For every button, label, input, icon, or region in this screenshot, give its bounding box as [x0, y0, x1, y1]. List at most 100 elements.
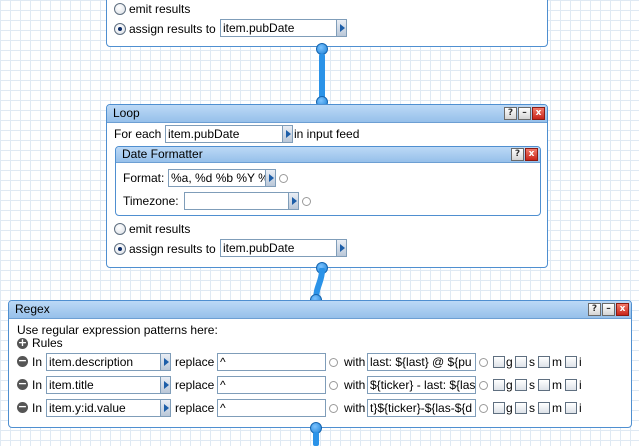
close-icon[interactable]: x — [532, 107, 545, 120]
flag-i-checkbox[interactable] — [565, 379, 577, 391]
in-label: In — [32, 401, 43, 415]
format-dropdown-arrow[interactable] — [266, 169, 276, 187]
for-each-field[interactable]: item.pubDate — [165, 125, 283, 143]
rules-label: Rules — [32, 336, 63, 350]
assign-results-field[interactable]: item.pubDate — [220, 19, 337, 37]
date-formatter-module: Date Formatter ? x Format: %a, %d %b %Y … — [115, 146, 541, 216]
rule-replacement-input[interactable]: ${ticker} - last: ${las — [367, 376, 476, 394]
flag-g-checkbox[interactable] — [493, 379, 505, 391]
flag-i-checkbox[interactable] — [565, 356, 577, 368]
flag-m-label: m — [552, 355, 562, 369]
flag-g-label: g — [506, 355, 513, 369]
flag-g-label: g — [506, 378, 513, 392]
format-label: Format: — [123, 171, 165, 185]
timezone-terminal[interactable] — [302, 197, 311, 206]
rule-field-dropdown-arrow[interactable] — [161, 353, 171, 371]
rule-row: − In item.description replace ^ with las… — [9, 352, 633, 372]
minimize-icon[interactable]: – — [518, 107, 531, 120]
rule-field-dropdown-arrow[interactable] — [161, 376, 171, 394]
rule-field-input[interactable]: item.description — [46, 353, 161, 371]
assign-results-dropdown-arrow[interactable] — [337, 239, 347, 257]
remove-rule-icon[interactable]: − — [17, 355, 28, 367]
rule-field-dropdown-arrow[interactable] — [161, 399, 171, 417]
flag-g-checkbox[interactable] — [493, 402, 505, 414]
flag-m-checkbox[interactable] — [538, 402, 550, 414]
loop-title: Loop — [113, 106, 140, 120]
help-icon[interactable]: ? — [588, 303, 601, 316]
pipe-connector — [319, 54, 325, 99]
flag-g-checkbox[interactable] — [493, 356, 505, 368]
flag-s-checkbox[interactable] — [515, 356, 527, 368]
replacement-terminal[interactable] — [479, 381, 488, 390]
emit-results-label: emit results — [129, 222, 191, 236]
date-formatter-titlebar[interactable]: Date Formatter ? x — [116, 147, 540, 163]
flag-i-label: i — [579, 378, 582, 392]
pattern-terminal[interactable] — [329, 404, 338, 413]
regex-title: Regex — [15, 302, 50, 316]
rule-field-input[interactable]: item.title — [46, 376, 161, 394]
timezone-dropdown-arrow[interactable] — [289, 192, 299, 210]
replacement-terminal[interactable] — [479, 404, 488, 413]
rule-pattern-input[interactable]: ^ — [217, 376, 326, 394]
date-formatter-title: Date Formatter — [122, 147, 203, 161]
flag-m-checkbox[interactable] — [538, 356, 550, 368]
rule-pattern-input[interactable]: ^ — [217, 353, 326, 371]
flag-s-label: s — [529, 355, 535, 369]
in-label: In — [32, 378, 43, 392]
loop-titlebar[interactable]: Loop ? – x — [107, 105, 547, 123]
pattern-terminal[interactable] — [329, 358, 338, 367]
replacement-terminal[interactable] — [479, 358, 488, 367]
regex-module: Regex ? – x Use regular expression patte… — [8, 300, 632, 428]
remove-rule-icon[interactable]: − — [17, 378, 28, 390]
assign-results-dropdown-arrow[interactable] — [337, 19, 347, 37]
in-input-feed-label: in input feed — [294, 127, 360, 141]
flag-m-label: m — [552, 378, 562, 392]
with-label: with — [344, 378, 366, 392]
replace-label: replace — [175, 355, 215, 369]
rule-replacement-input[interactable]: last: ${last} @ ${pu — [367, 353, 476, 371]
help-icon[interactable]: ? — [504, 107, 517, 120]
emit-results-label: emit results — [129, 2, 191, 16]
flag-s-label: s — [529, 401, 535, 415]
assign-results-label: assign results to — [129, 22, 216, 36]
timezone-label: Timezone: — [123, 194, 179, 208]
pipe-connector — [313, 432, 319, 446]
for-each-label: For each — [114, 127, 162, 141]
assign-results-radio[interactable] — [114, 243, 126, 255]
flag-i-label: i — [579, 355, 582, 369]
rule-field-input[interactable]: item.y:id.value — [46, 399, 161, 417]
emit-results-radio[interactable] — [114, 223, 126, 235]
format-field[interactable]: %a, %d %b %Y % — [168, 169, 266, 187]
with-label: with — [344, 355, 366, 369]
timezone-field[interactable] — [184, 192, 289, 210]
flag-s-label: s — [529, 378, 535, 392]
flag-i-label: i — [579, 401, 582, 415]
flag-g-label: g — [506, 401, 513, 415]
loop-module: Loop ? – x For each item.pubDate in inpu… — [106, 104, 548, 268]
replace-label: replace — [175, 401, 215, 415]
rule-pattern-input[interactable]: ^ — [217, 399, 326, 417]
close-icon[interactable]: x — [525, 148, 538, 161]
emit-results-radio[interactable] — [114, 3, 126, 15]
with-label: with — [344, 401, 366, 415]
format-terminal[interactable] — [279, 174, 288, 183]
flag-m-label: m — [552, 401, 562, 415]
in-label: In — [32, 355, 43, 369]
close-icon[interactable]: x — [616, 303, 629, 316]
assign-results-radio[interactable] — [114, 23, 126, 35]
rule-replacement-input[interactable]: t}${ticker}-${las-${d — [367, 399, 476, 417]
flag-s-checkbox[interactable] — [515, 379, 527, 391]
flag-s-checkbox[interactable] — [515, 402, 527, 414]
replace-label: replace — [175, 378, 215, 392]
flag-m-checkbox[interactable] — [538, 379, 550, 391]
for-each-dropdown-arrow[interactable] — [283, 125, 293, 143]
rule-row: − In item.y:id.value replace ^ with t}${… — [9, 398, 633, 418]
flag-i-checkbox[interactable] — [565, 402, 577, 414]
assign-results-field[interactable]: item.pubDate — [220, 239, 337, 257]
add-rule-icon[interactable]: + — [17, 337, 28, 349]
minimize-icon[interactable]: – — [602, 303, 615, 316]
regex-titlebar[interactable]: Regex ? – x — [9, 301, 631, 319]
help-icon[interactable]: ? — [511, 148, 524, 161]
remove-rule-icon[interactable]: − — [17, 401, 28, 413]
pattern-terminal[interactable] — [329, 381, 338, 390]
